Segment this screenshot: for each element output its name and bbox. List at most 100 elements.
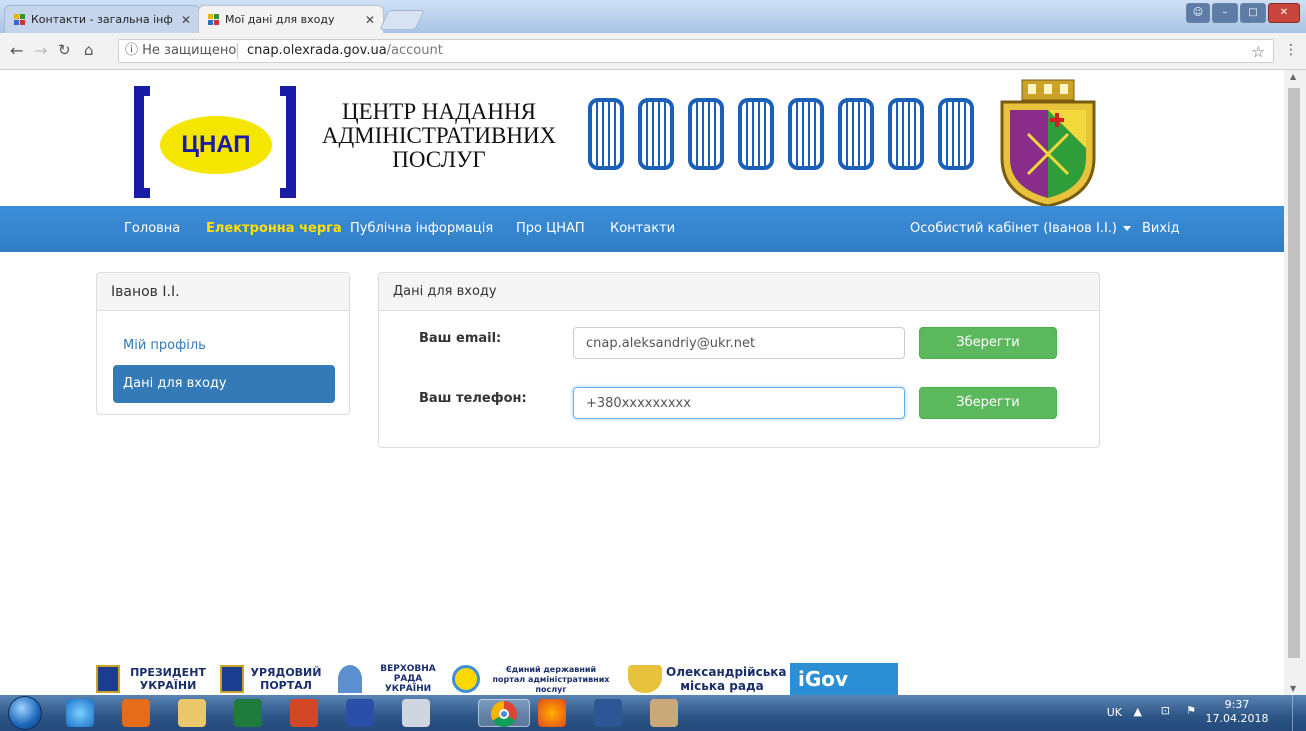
footer-banners: ПРЕЗИДЕНТ УКРАЇНИ УРЯДОВИЙ ПОРТАЛ ВЕРХОВНА… bbox=[0, 663, 1284, 695]
main-navbar: Головна Електронна черга Публічна інформ… bbox=[0, 206, 1284, 252]
site-title-line: АДМІНІСТРАТИВНИХ bbox=[321, 123, 557, 148]
account-sidebar: Іванов І.І. Мій профіль Дані для входу bbox=[96, 272, 350, 415]
language-indicator[interactable]: UK bbox=[1107, 706, 1122, 719]
user-icon[interactable]: ☺ bbox=[1186, 3, 1210, 23]
tab-title: Контакти - загальна інф bbox=[31, 13, 173, 26]
scroll-up-icon[interactable]: ▲ bbox=[1290, 72, 1296, 81]
new-tab-button[interactable] bbox=[379, 10, 425, 30]
banner-line: Олександрійська bbox=[666, 665, 787, 679]
parliament-building-icon bbox=[338, 665, 362, 693]
scroll-down-icon[interactable]: ▼ bbox=[1290, 684, 1296, 693]
save-phone-button[interactable]: Зберегти bbox=[919, 387, 1057, 419]
separator bbox=[237, 43, 238, 59]
clock[interactable]: 9:37 17.04.2018 bbox=[1202, 698, 1272, 726]
logo-bracket-right bbox=[280, 86, 296, 198]
browser-tab-account[interactable]: Мої дані для входу ✕ bbox=[198, 5, 384, 33]
scrollbar-thumb[interactable] bbox=[1288, 88, 1300, 658]
banner-admin-services-portal[interactable]: Єдиний державний портал адміністративних п… bbox=[452, 663, 620, 695]
banner-verkhovna-rada[interactable]: ВЕРХОВНА РАДА УКРАЇНИ bbox=[338, 663, 442, 695]
banner-line: РАДА bbox=[393, 674, 423, 684]
tab-close-icon[interactable]: ✕ bbox=[365, 6, 375, 34]
word-icon[interactable] bbox=[594, 699, 622, 727]
maximize-button[interactable]: □ bbox=[1240, 3, 1266, 23]
email-field[interactable] bbox=[573, 327, 905, 359]
site-title-line: ЦЕНТР НАДАННЯ bbox=[342, 99, 536, 124]
logout-link[interactable]: Вихід bbox=[1142, 206, 1180, 252]
banner-line: портал адміністративних bbox=[492, 675, 610, 684]
banner-line: міська рада bbox=[680, 679, 764, 693]
url-text: cnap.olexrada.gov.ua/account bbox=[247, 40, 443, 62]
network-icon[interactable]: ⊡ bbox=[1161, 704, 1170, 717]
url-host: cnap.olexrada.gov.ua bbox=[247, 43, 387, 58]
sidebar-item-my-profile[interactable]: Мій профіль bbox=[113, 327, 335, 365]
banner-city-council[interactable]: Олександрійська міська рада bbox=[628, 663, 787, 695]
chrome-icon[interactable] bbox=[478, 699, 530, 727]
logo-bracket-left bbox=[134, 86, 150, 198]
coat-of-arms-icon bbox=[628, 665, 662, 693]
windows-taskbar: UK ▲ ⊡ ⚑ 9:37 17.04.2018 bbox=[0, 695, 1306, 731]
page-viewport: ЦНАП ЦЕНТР НАДАННЯ АДМІНІСТРАТИВНИХ ПОСЛ… bbox=[0, 70, 1284, 695]
save-disk-icon[interactable] bbox=[346, 699, 374, 727]
banner-line: ВЕРХОВНА bbox=[380, 664, 436, 674]
forward-icon[interactable]: → bbox=[34, 41, 47, 60]
page-scrollbar[interactable]: ▲ ▼ bbox=[1284, 70, 1306, 695]
internet-explorer-icon[interactable] bbox=[66, 699, 94, 727]
banner-line: послуг bbox=[535, 685, 567, 694]
banner-gov-portal[interactable]: УРЯДОВИЙ ПОРТАЛ bbox=[220, 663, 324, 695]
browser-menu-icon[interactable]: ⋮ bbox=[1284, 42, 1298, 58]
nav-item-home[interactable]: Головна bbox=[124, 206, 180, 252]
file-explorer-icon[interactable] bbox=[178, 699, 206, 727]
clock-date: 17.04.2018 bbox=[1205, 712, 1269, 725]
trident-icon bbox=[452, 665, 480, 693]
banner-line: Єдиний державний bbox=[505, 665, 597, 674]
banner-line: iGov bbox=[798, 667, 849, 691]
city-logo bbox=[588, 98, 976, 170]
login-data-panel: Дані для входу Ваш email: Зберегти Ваш т… bbox=[378, 272, 1100, 448]
nav-item-e-queue[interactable]: Електронна черга bbox=[206, 206, 342, 252]
account-dropdown[interactable]: Особистий кабінет (Іванов І.І.) bbox=[910, 206, 1131, 252]
banner-line: УКРАЇНИ bbox=[384, 684, 432, 694]
nav-item-public-info[interactable]: Публічна інформація bbox=[350, 206, 493, 252]
banner-line: УКРАЇНИ bbox=[139, 679, 197, 692]
start-button[interactable] bbox=[8, 696, 42, 730]
caret-down-icon bbox=[1122, 226, 1131, 231]
banner-igov[interactable]: iGov bbox=[790, 663, 898, 695]
users-icon[interactable] bbox=[650, 699, 678, 727]
security-info-label[interactable]: ⓘ Не защищено bbox=[125, 40, 236, 62]
minimize-button[interactable]: – bbox=[1212, 3, 1238, 23]
address-bar[interactable]: ⓘ Не защищено cnap.olexrada.gov.ua/accou… bbox=[118, 39, 1274, 63]
site-title-line: ПОСЛУГ bbox=[392, 147, 486, 172]
close-window-button[interactable]: ✕ bbox=[1268, 3, 1300, 23]
firefox-icon[interactable] bbox=[538, 699, 566, 727]
excel-icon[interactable] bbox=[234, 699, 262, 727]
banner-line: ПОРТАЛ bbox=[260, 679, 312, 692]
site-favicon-icon bbox=[14, 14, 26, 26]
banner-president[interactable]: ПРЕЗИДЕНТ УКРАЇНИ bbox=[96, 663, 212, 695]
reload-icon[interactable]: ↻ bbox=[58, 41, 71, 59]
site-favicon-icon bbox=[208, 14, 220, 26]
solitaire-icon[interactable] bbox=[402, 699, 430, 727]
flag-icon[interactable]: ⚑ bbox=[1186, 704, 1196, 717]
browser-tab-contacts[interactable]: Контакти - загальна інф ✕ bbox=[4, 5, 200, 33]
phone-field[interactable] bbox=[573, 387, 905, 419]
email-label: Ваш email: bbox=[419, 331, 502, 346]
nav-item-contacts[interactable]: Контакти bbox=[610, 206, 675, 252]
coat-of-arms-icon bbox=[1000, 79, 1096, 208]
show-desktop-button[interactable] bbox=[1292, 695, 1306, 731]
tab-title: Мої дані для входу bbox=[225, 13, 335, 26]
nav-item-about[interactable]: Про ЦНАП bbox=[516, 206, 585, 252]
banner-line: ПРЕЗИДЕНТ bbox=[130, 666, 206, 679]
back-icon[interactable]: ← bbox=[10, 41, 23, 60]
trident-icon bbox=[220, 665, 244, 693]
save-email-button[interactable]: Зберегти bbox=[919, 327, 1057, 359]
bookmark-star-icon[interactable]: ☆ bbox=[1252, 41, 1265, 63]
tab-close-icon[interactable]: ✕ bbox=[181, 6, 191, 34]
cnap-logo-text: ЦНАП bbox=[160, 116, 272, 174]
sidebar-heading: Іванов І.І. bbox=[97, 273, 349, 311]
cnap-logo[interactable]: ЦНАП bbox=[134, 86, 296, 198]
show-hidden-icons-icon[interactable]: ▲ bbox=[1134, 705, 1142, 718]
sidebar-item-login-data[interactable]: Дані для входу bbox=[113, 365, 335, 403]
home-icon[interactable]: ⌂ bbox=[84, 41, 94, 59]
powerpoint-icon[interactable] bbox=[290, 699, 318, 727]
media-player-icon[interactable] bbox=[122, 699, 150, 727]
